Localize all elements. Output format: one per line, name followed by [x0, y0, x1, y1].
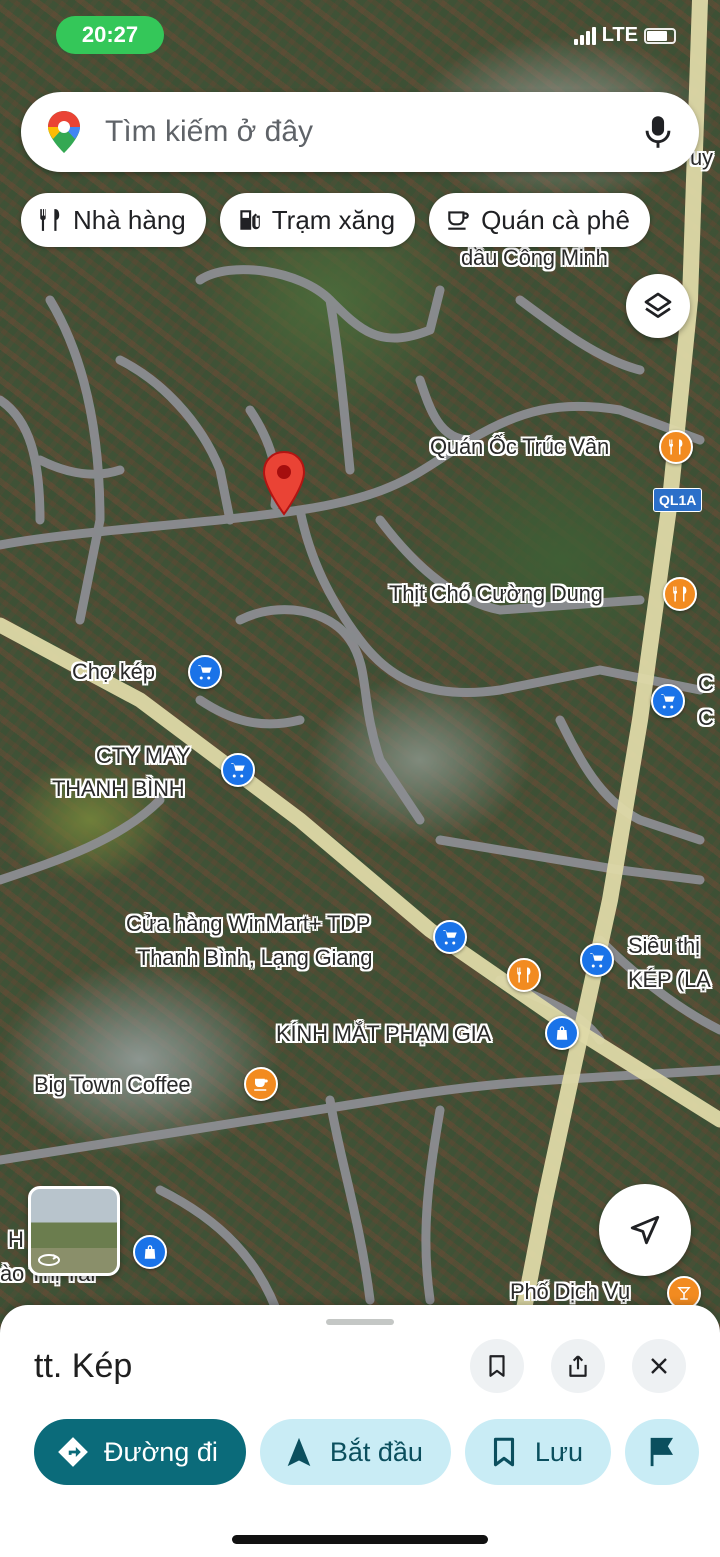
place-actions: Đường đi Bắt đầu Lưu — [34, 1419, 700, 1485]
place-title: tt. Kép — [34, 1347, 133, 1385]
map-label-cho-kep[interactable]: Chợ kép — [72, 658, 155, 687]
shopping-bag-poi-icon[interactable] — [545, 1016, 579, 1050]
chip-restaurants[interactable]: Nhà hàng — [21, 193, 206, 247]
gas-station-icon — [240, 210, 260, 230]
sheet-drag-handle[interactable] — [326, 1319, 394, 1325]
map-label-pho-dich-vu[interactable]: Phố Dịch Vụ — [510, 1278, 630, 1307]
close-icon — [651, 1358, 667, 1374]
coffee-icon — [448, 211, 469, 230]
bookmark-icon — [489, 1355, 505, 1377]
road-shield-ql1a: QL1A — [653, 488, 703, 512]
save-button[interactable]: Lưu — [464, 1419, 612, 1485]
my-location-button[interactable] — [599, 1184, 691, 1276]
battery-icon — [644, 27, 676, 44]
map-label-sieu-thi-line2[interactable]: KÉP (LẠ — [628, 966, 711, 995]
chip-label: Nhà hàng — [73, 204, 186, 235]
close-button[interactable] — [632, 1339, 686, 1393]
map-label-big-town[interactable]: Big Town Coffee — [34, 1071, 191, 1100]
selected-location-marker-icon[interactable] — [261, 450, 307, 518]
place-bottom-sheet[interactable]: tt. Kép Đường đi Bắt đầu Lưu — [0, 1305, 720, 1557]
chip-label: Quán cà phê — [481, 204, 630, 235]
home-indicator — [232, 1535, 488, 1544]
share-button[interactable] — [551, 1339, 605, 1393]
map-label-winmart-line1[interactable]: Cửa hàng WinMart+ TDP — [126, 910, 370, 939]
navigation-arrow-icon — [630, 1215, 660, 1245]
chip-coffee[interactable]: Quán cà phê — [429, 193, 650, 247]
start-label: Bắt đầu — [329, 1436, 423, 1467]
flag-icon — [650, 1437, 674, 1467]
save-label: Lưu — [534, 1436, 584, 1467]
map-label-truc-van[interactable]: Quán Ốc Trúc Vân — [430, 433, 609, 462]
restaurant-poi-icon[interactable] — [507, 958, 541, 992]
chip-gas-stations[interactable]: Trạm xăng — [219, 193, 416, 247]
map-label-edge-h[interactable]: H — [8, 1226, 24, 1255]
microphone-icon[interactable] — [643, 115, 673, 149]
map-label-edge-c1[interactable]: C — [698, 670, 714, 699]
shopping-cart-poi-icon[interactable] — [433, 920, 467, 954]
cellular-signal-icon — [573, 26, 596, 45]
start-navigation-button[interactable]: Bắt đầu — [259, 1419, 451, 1485]
map-label-cty-may-line1[interactable]: CTY MAY — [96, 742, 191, 771]
category-chips: Nhà hàng Trạm xăng Quán cà phê — [21, 193, 650, 247]
directions-button[interactable]: Đường đi — [34, 1419, 246, 1485]
restaurant-poi-icon[interactable] — [659, 430, 693, 464]
map-layers-button[interactable] — [626, 274, 690, 338]
bookmark-icon — [493, 1437, 514, 1467]
shopping-bag-poi-icon[interactable] — [133, 1235, 167, 1269]
street-view-thumbnail[interactable] — [28, 1186, 120, 1276]
restaurant-icon — [40, 209, 60, 231]
share-icon — [569, 1355, 587, 1377]
directions-label: Đường đi — [104, 1436, 218, 1467]
shopping-cart-poi-icon[interactable] — [221, 753, 255, 787]
coffee-poi-icon[interactable] — [244, 1067, 278, 1101]
map-label-edge-c2[interactable]: C — [698, 704, 714, 733]
save-bookmark-button[interactable] — [470, 1339, 524, 1393]
chip-label: Trạm xăng — [271, 204, 396, 235]
navigation-icon — [287, 1437, 311, 1467]
shopping-cart-poi-icon[interactable] — [651, 684, 685, 718]
map-label-cong-minh[interactable]: dầu Công Minh — [461, 244, 608, 273]
more-actions-button[interactable] — [625, 1419, 700, 1485]
rotate-360-icon — [38, 1254, 60, 1266]
restaurant-poi-icon[interactable] — [663, 577, 697, 611]
search-bar[interactable] — [21, 92, 699, 172]
map-label-winmart-line2[interactable]: Thanh Bình, Lạng Giang — [137, 944, 373, 973]
map-label-cty-may-line2[interactable]: THANH BÌNH — [52, 775, 185, 804]
map-label-kinh-mat[interactable]: KÍNH MẮT PHẠM GIA — [276, 1020, 491, 1049]
status-time: 20:27 — [56, 16, 164, 54]
shopping-cart-poi-icon[interactable] — [580, 943, 614, 977]
search-input[interactable] — [105, 115, 643, 149]
network-type: LTE — [601, 24, 638, 46]
map-label-cuong-dung[interactable]: Thịt Chó Cường Dung — [389, 580, 603, 609]
layers-icon — [644, 292, 672, 318]
google-maps-logo-icon — [48, 111, 80, 153]
shopping-cart-poi-icon[interactable] — [188, 655, 222, 689]
status-indicators: LTE — [573, 24, 676, 47]
directions-icon — [58, 1437, 88, 1467]
map-label-sieu-thi-line1[interactable]: Siêu thị — [628, 932, 700, 961]
